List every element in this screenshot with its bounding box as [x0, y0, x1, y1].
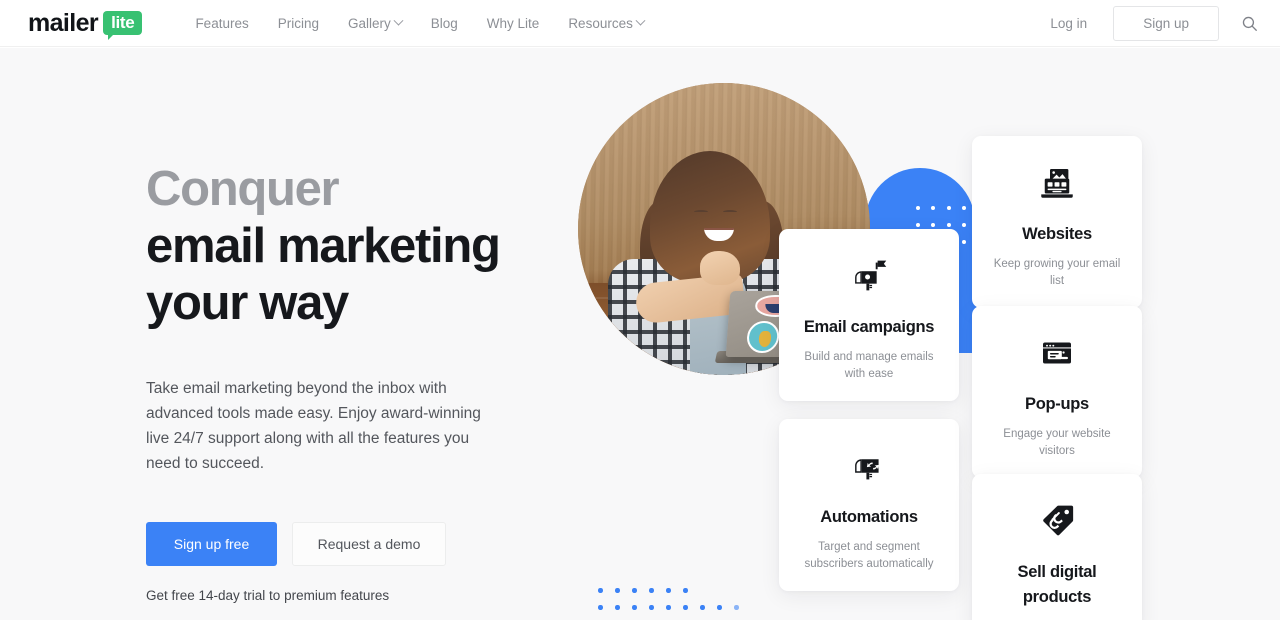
- website-builder-icon: [986, 156, 1128, 210]
- card-title: Automations: [820, 508, 918, 526]
- navbar-actions: Log in Sign up: [1050, 5, 1258, 41]
- blob-dot-pattern: [910, 200, 972, 250]
- feature-card-automations[interactable]: Automations Target and segment subscribe…: [779, 419, 959, 591]
- nav-label: Blog: [430, 15, 458, 31]
- signup-free-button[interactable]: Sign up free: [146, 522, 277, 566]
- card-title: Sell digital products: [1017, 563, 1097, 606]
- hero-copy: Conquer email marketing your way Take em…: [146, 161, 546, 603]
- headline-word-faded: Conquer: [146, 162, 340, 216]
- primary-nav: Features Pricing Gallery Blog Why Lite R…: [195, 15, 646, 31]
- signup-button[interactable]: Sign up: [1113, 5, 1219, 41]
- request-demo-button[interactable]: Request a demo: [292, 522, 446, 566]
- headline-line-3: your way: [146, 276, 349, 330]
- card-description: Engage your website visitors: [1003, 428, 1111, 457]
- nav-item-features[interactable]: Features: [195, 16, 248, 31]
- nav-label: Gallery: [347, 15, 391, 31]
- chevron-down-icon: [393, 15, 404, 26]
- nav-label: Why Lite: [486, 15, 540, 31]
- hero-subtext: Take email marketing beyond the inbox wi…: [146, 380, 481, 472]
- card-description: Target and segment subscribers automatic…: [804, 541, 934, 570]
- headline-line-2: email marketing: [146, 219, 501, 273]
- nav-label: Pricing: [277, 15, 319, 31]
- feature-card-popups[interactable]: Pop-ups Engage your website visitors: [972, 306, 1142, 478]
- feature-card-email-campaigns[interactable]: Email campaigns Build and manage emails …: [779, 229, 959, 401]
- logo-lite-badge: lite: [103, 10, 143, 40]
- login-link[interactable]: Log in: [1050, 16, 1087, 31]
- photo-eye-right: [723, 210, 737, 214]
- mailbox-sync-icon: [793, 439, 945, 493]
- logo-wordmark: mailer: [28, 8, 99, 37]
- feature-card-sell-digital-products[interactable]: Sell digital products Earn additional in…: [972, 474, 1142, 620]
- nav-item-why-lite[interactable]: Why Lite: [487, 16, 540, 31]
- nav-item-blog[interactable]: Blog: [431, 16, 458, 31]
- photo-eye-left: [694, 210, 708, 214]
- photo-hand: [700, 251, 740, 285]
- hero-cta-row: Sign up free Request a demo: [146, 522, 546, 566]
- hero-visual: Love: [560, 48, 1280, 620]
- card-title: Email campaigns: [803, 318, 935, 336]
- nav-label: Resources: [568, 15, 633, 31]
- nav-item-resources[interactable]: Resources: [568, 15, 646, 31]
- decorative-dot-grid: [598, 588, 751, 620]
- card-title: Websites: [1022, 225, 1092, 243]
- nav-item-gallery[interactable]: Gallery: [347, 15, 404, 31]
- card-description: Keep growing your email list: [993, 258, 1121, 287]
- mailbox-icon: [793, 249, 945, 303]
- popup-window-icon: [986, 326, 1128, 380]
- card-title: Pop-ups: [1025, 395, 1089, 413]
- nav-label: Features: [195, 15, 249, 31]
- logo-mailerlite[interactable]: mailer lite: [28, 8, 143, 40]
- feature-card-websites[interactable]: Websites Keep growing your email list: [972, 136, 1142, 308]
- top-navbar: mailer lite Features Pricing Gallery Blo…: [0, 0, 1280, 47]
- hero-section: Conquer email marketing your way Take em…: [0, 48, 1280, 620]
- nav-item-pricing[interactable]: Pricing: [278, 16, 319, 31]
- search-icon[interactable]: [1241, 15, 1258, 32]
- laptop-sticker-round: [745, 321, 781, 353]
- chevron-down-icon: [635, 15, 646, 26]
- price-tag-dollar-icon: [986, 494, 1128, 548]
- trial-note: Get free 14-day trial to premium feature…: [146, 588, 390, 603]
- card-description: Build and manage emails with ease: [804, 351, 934, 380]
- page-title: Conquer email marketing your way: [146, 161, 546, 332]
